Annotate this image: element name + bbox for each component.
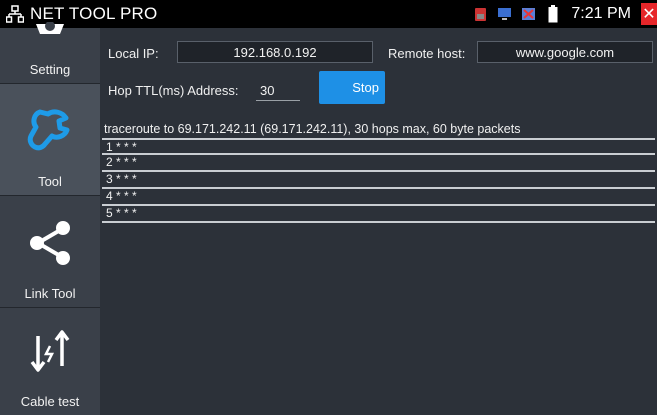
sidebar-item-label: Tool: [38, 174, 62, 189]
hop-row: 2 * * *: [102, 155, 655, 172]
network-icon: [4, 3, 26, 25]
hop-row: 4 * * *: [102, 189, 655, 206]
share-icon: [25, 218, 75, 268]
hop-ttl-label: Hop TTL(ms) Address:: [108, 83, 239, 98]
traceroute-header: traceroute to 69.171.242.11 (69.171.242.…: [104, 122, 521, 136]
monitor-icon: [497, 7, 512, 22]
local-ip-label: Local IP:: [108, 46, 159, 61]
battery-icon: [545, 5, 560, 23]
gear-icon: [30, 22, 70, 42]
traceroute-panel: Local IP: 192.168.0.192 Remote host: www…: [100, 28, 657, 415]
remote-host-field[interactable]: www.google.com: [477, 41, 653, 63]
close-icon[interactable]: ✕: [641, 3, 657, 25]
sidebar: Setting Tool Link Tool Cable test: [0, 22, 100, 415]
sim-icon: [473, 7, 488, 22]
sidebar-item-tool[interactable]: Tool: [0, 84, 100, 196]
hop-row: 3 * * *: [102, 172, 655, 189]
wrench-icon: [26, 106, 74, 154]
app-title: NET TOOL PRO: [30, 4, 158, 23]
sidebar-item-link-tool[interactable]: Link Tool: [0, 196, 100, 308]
hop-row: 1 * * *: [102, 138, 655, 155]
sidebar-item-label: Cable test: [20, 394, 80, 409]
sidebar-item-setting[interactable]: Setting: [0, 22, 100, 84]
clock: 7:21 PM: [571, 5, 631, 22]
hop-ttl-input[interactable]: 30: [256, 81, 300, 101]
status-icons: 7:21 PM ✕: [473, 0, 657, 28]
hop-row: 5 * * *: [102, 206, 655, 223]
local-ip-field[interactable]: 192.168.0.192: [177, 41, 373, 63]
sidebar-item-cable-test[interactable]: Cable test: [0, 308, 100, 415]
remote-host-label: Remote host:: [388, 46, 466, 61]
image-icon: [521, 7, 536, 22]
hop-list: 1 * * * 2 * * * 3 * * * 4 * * * 5 * * *: [102, 138, 655, 223]
sidebar-item-label: Link Tool: [24, 286, 76, 301]
status-bar: NET TOOL PRO 7:21 PM ✕: [0, 0, 657, 28]
sidebar-item-label: Setting: [29, 62, 71, 77]
cable-test-icon: [28, 328, 72, 374]
stop-button[interactable]: Stop: [319, 71, 385, 104]
